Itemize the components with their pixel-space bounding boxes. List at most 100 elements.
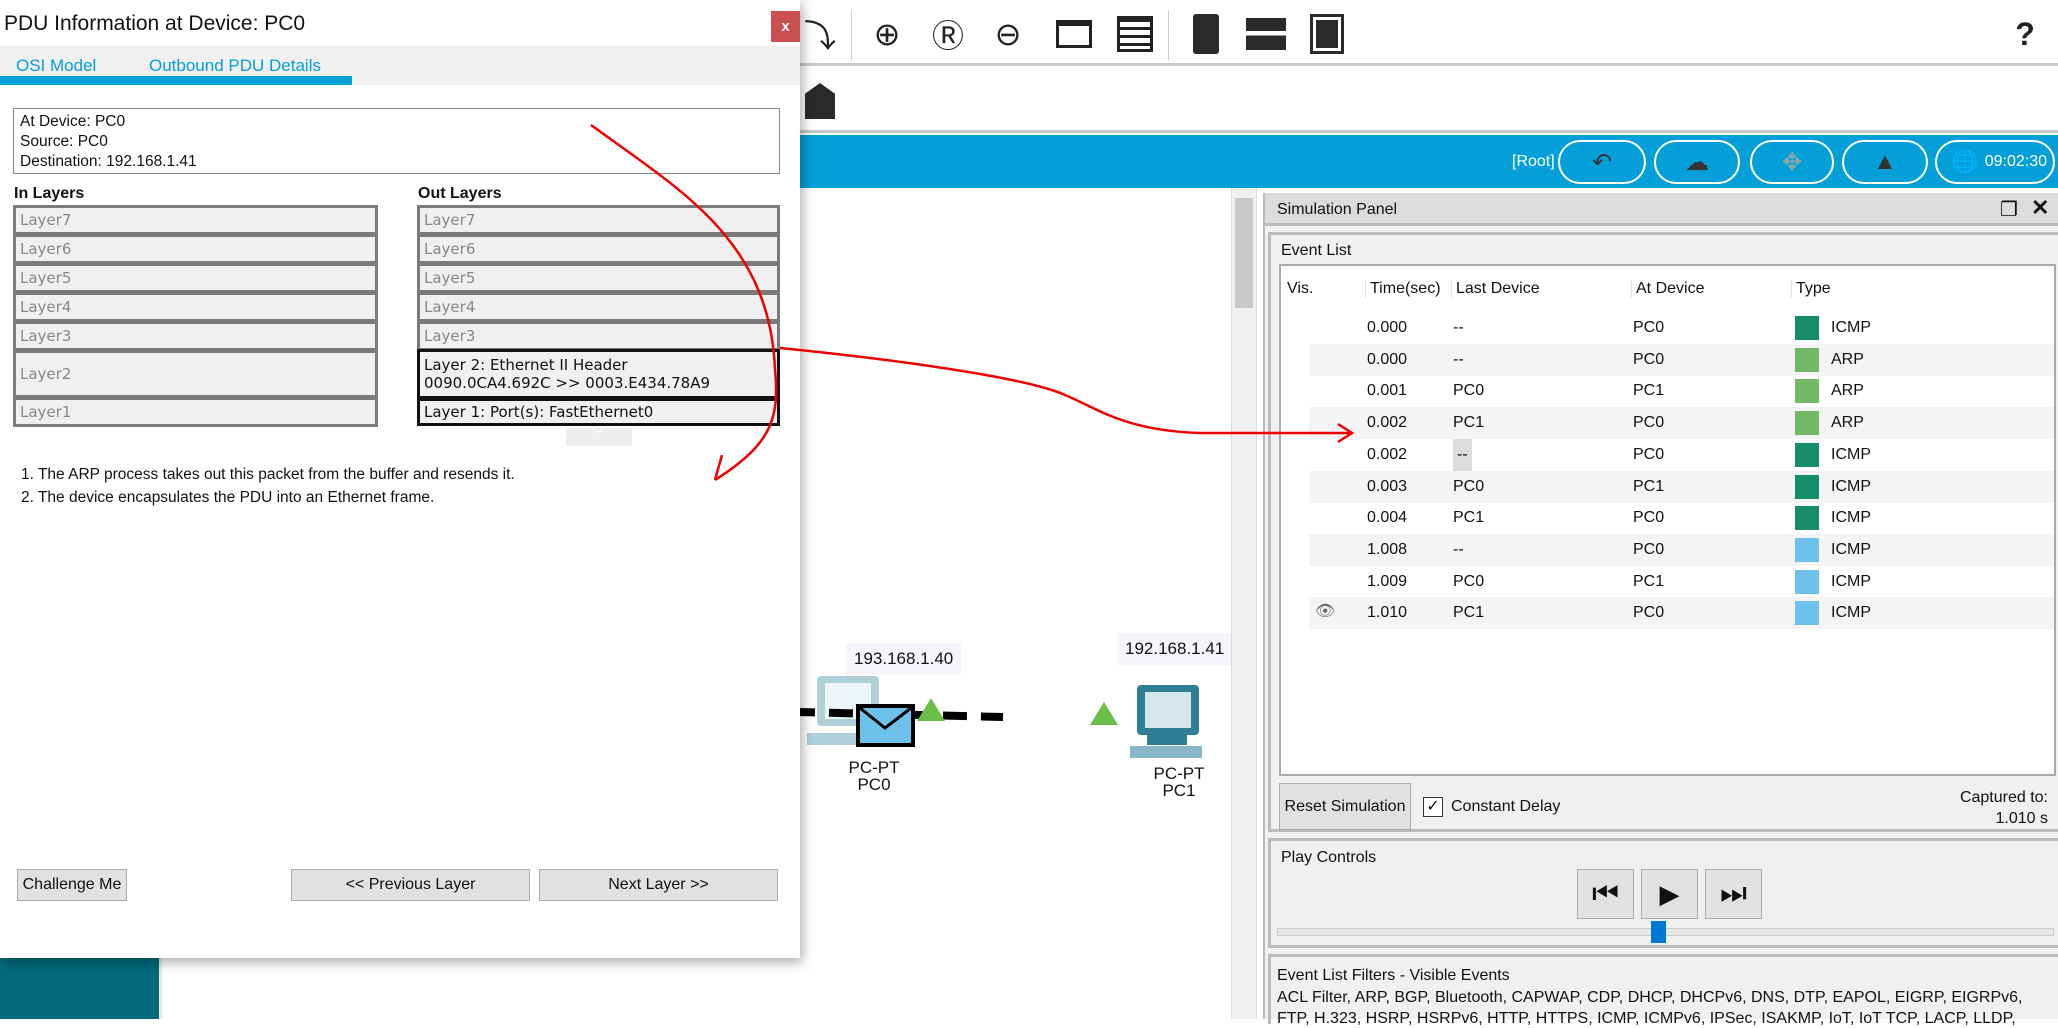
back-icon[interactable]: ↶ bbox=[1558, 140, 1646, 184]
event-at-device: PC0 bbox=[1633, 414, 1665, 432]
pdu-information-dialog: PDU Information at Device: PC0 x OSI Mod… bbox=[0, 0, 800, 958]
event-at-device: PC0 bbox=[1633, 604, 1665, 622]
event-row[interactable]: 0.002 PC1 PC0 ARP bbox=[1309, 407, 2054, 440]
in-layer-4[interactable]: Layer4 bbox=[13, 292, 378, 322]
event-type-color-swatch[interactable] bbox=[1795, 379, 1819, 404]
out-layer-1[interactable]: Layer 1: Port(s): FastEthernet0 bbox=[417, 398, 780, 426]
playback-speed-slider[interactable] bbox=[1277, 921, 2054, 943]
event-time: 0.004 bbox=[1367, 509, 1408, 527]
move-object-icon[interactable]: ✥ bbox=[1750, 140, 1834, 184]
constant-delay-label: Constant Delay bbox=[1451, 798, 1561, 815]
close-icon[interactable]: ✕ bbox=[2031, 195, 2049, 221]
event-type: ICMP bbox=[1831, 477, 1871, 495]
zoom-in-icon[interactable]: ⊕ bbox=[867, 14, 907, 54]
dialog-title: PDU Information at Device: PC0 bbox=[4, 12, 306, 35]
canvas-vertical-scrollbar[interactable] bbox=[1231, 188, 1257, 1019]
redo-icon[interactable]: ⤵ bbox=[800, 14, 840, 54]
event-row[interactable]: 0.000 -- PC0 ARP bbox=[1309, 343, 2054, 376]
window-icon[interactable] bbox=[1054, 14, 1094, 54]
event-type-color-swatch[interactable] bbox=[1795, 474, 1819, 499]
zoom-out-icon[interactable]: ⊖ bbox=[988, 14, 1028, 54]
event-type-color-swatch[interactable] bbox=[1795, 442, 1819, 467]
event-row[interactable]: 0.003 PC0 PC1 ICMP bbox=[1309, 470, 2054, 503]
switch-icon[interactable] bbox=[1246, 14, 1286, 54]
constant-delay-checkbox[interactable]: ✓ bbox=[1423, 797, 1443, 817]
in-layer-3[interactable]: Layer3 bbox=[13, 321, 378, 351]
event-row[interactable]: 0.004 PC1 PC0 ICMP bbox=[1309, 502, 2054, 534]
challenge-me-button[interactable]: Challenge Me bbox=[17, 869, 127, 901]
in-layer-6[interactable]: Layer6 bbox=[13, 234, 378, 264]
column-header-vis[interactable]: Vis. bbox=[1287, 280, 1313, 298]
column-header-time[interactable]: Time(sec) bbox=[1365, 280, 1441, 298]
out-layer-2[interactable]: Layer 2: Ethernet II Header 0090.0CA4.69… bbox=[417, 349, 780, 399]
help-icon[interactable]: ? bbox=[2005, 14, 2045, 54]
next-layer-button[interactable]: Next Layer >> bbox=[539, 869, 778, 901]
out-layer-7[interactable]: Layer7 bbox=[417, 205, 780, 235]
event-row[interactable]: 1.009 PC0 PC1 ICMP bbox=[1309, 566, 2054, 598]
filters-list-line2[interactable]: FTP, H.323, HSRP, HSRPv6, HTTP, HTTPS, I… bbox=[1277, 1010, 2016, 1028]
pc0-port-status-icon bbox=[917, 698, 945, 721]
event-row[interactable]: 0.002 -- PC0 ICMP bbox=[1309, 438, 2054, 471]
event-row[interactable]: 1.008 -- PC0 ICMP bbox=[1309, 533, 2054, 566]
captured-to-label: Captured to: bbox=[1959, 789, 2048, 806]
out-layer-3[interactable]: Layer3 bbox=[417, 321, 780, 351]
zoom-reset-icon[interactable]: Ⓡ bbox=[928, 14, 968, 54]
background-image-icon[interactable]: ▲ bbox=[1842, 140, 1928, 184]
event-type-color-swatch[interactable] bbox=[1795, 601, 1819, 626]
event-row[interactable]: 0.001 PC0 PC1 ARP bbox=[1309, 375, 2054, 407]
event-type-color-swatch[interactable] bbox=[1795, 347, 1819, 372]
filters-title: Event List Filters - Visible Events bbox=[1277, 967, 1510, 984]
close-button[interactable]: x bbox=[771, 11, 800, 42]
chevron-down-icon[interactable]: ﹀ bbox=[566, 428, 632, 446]
undock-icon[interactable]: ❐ bbox=[2000, 197, 2018, 222]
scrollbar-thumb[interactable] bbox=[1235, 198, 1253, 308]
filters-list-line1[interactable]: ACL Filter, ARP, BGP, Bluetooth, CAPWAP,… bbox=[1277, 989, 2022, 1007]
event-type-color-swatch[interactable] bbox=[1795, 411, 1819, 436]
event-row[interactable]: 0.000 -- PC0 ICMP bbox=[1309, 312, 2054, 344]
server-rack-icon[interactable] bbox=[1186, 14, 1226, 54]
description-line: 1. The ARP process takes out this packet… bbox=[21, 466, 515, 483]
previous-layer-button[interactable]: << Previous Layer bbox=[291, 869, 530, 901]
in-layer-5[interactable]: Layer5 bbox=[13, 263, 378, 293]
list-window-icon[interactable] bbox=[1115, 14, 1155, 54]
column-header-last-device[interactable]: Last Device bbox=[1451, 280, 1540, 298]
step-back-button[interactable]: ⏮ bbox=[1577, 869, 1634, 919]
out-layer-5[interactable]: Layer5 bbox=[417, 263, 780, 293]
pdu-info-box: At Device: PC0 Source: PC0 Destination: … bbox=[13, 108, 780, 174]
step-forward-button[interactable]: ⏭ bbox=[1705, 869, 1762, 919]
in-layer-2[interactable]: Layer2 bbox=[13, 350, 378, 398]
event-row[interactable]: 👁 1.010 PC1 PC0 ICMP bbox=[1309, 597, 2054, 630]
event-type: ARP bbox=[1831, 382, 1864, 400]
event-at-device: PC0 bbox=[1633, 509, 1665, 527]
reset-simulation-button[interactable]: Reset Simulation bbox=[1279, 783, 1411, 830]
event-time: 0.003 bbox=[1367, 477, 1408, 495]
out-layers-title: Out Layers bbox=[418, 185, 502, 202]
viewport-clock-button[interactable]: 🌐 09:02:30 bbox=[1935, 140, 2055, 184]
simulation-panel-title: Simulation Panel bbox=[1277, 201, 1398, 218]
simulation-panel: Simulation Panel ❐ ✕ Event List Vis. Tim… bbox=[1263, 193, 2058, 1027]
side-strip bbox=[0, 958, 159, 1019]
slider-thumb[interactable] bbox=[1650, 921, 1666, 943]
new-cluster-icon[interactable]: ☁ bbox=[1654, 140, 1740, 184]
play-button[interactable]: ▶ bbox=[1641, 869, 1698, 919]
column-header-at-device[interactable]: At Device bbox=[1631, 280, 1704, 298]
event-type-color-swatch[interactable] bbox=[1795, 569, 1819, 594]
out-layer-6[interactable]: Layer6 bbox=[417, 234, 780, 264]
event-type-color-swatch[interactable] bbox=[1795, 506, 1819, 531]
in-layer-7[interactable]: Layer7 bbox=[13, 205, 378, 235]
eye-icon[interactable]: 👁 bbox=[1315, 601, 1335, 621]
event-last-device: -- bbox=[1453, 438, 1472, 471]
column-header-type[interactable]: Type bbox=[1791, 280, 1831, 298]
event-type-color-swatch[interactable] bbox=[1795, 537, 1819, 562]
add-cluster-icon[interactable] bbox=[800, 81, 840, 121]
layer2-mac-text: 0090.0CA4.692C >> 0003.E434.78A9 bbox=[424, 374, 711, 392]
pc1-label: PC-PT PC1 bbox=[1153, 764, 1205, 800]
event-last-device: PC1 bbox=[1453, 509, 1485, 527]
out-layer-4[interactable]: Layer4 bbox=[417, 292, 780, 322]
in-layer-1[interactable]: Layer1 bbox=[13, 397, 378, 427]
tab-osi-model[interactable]: OSI Model bbox=[16, 56, 96, 76]
tab-outbound-pdu-details[interactable]: Outbound PDU Details bbox=[149, 56, 321, 76]
event-type-color-swatch[interactable] bbox=[1795, 316, 1819, 340]
event-at-device: PC0 bbox=[1633, 350, 1665, 368]
cloud-device-icon[interactable] bbox=[1307, 14, 1347, 54]
